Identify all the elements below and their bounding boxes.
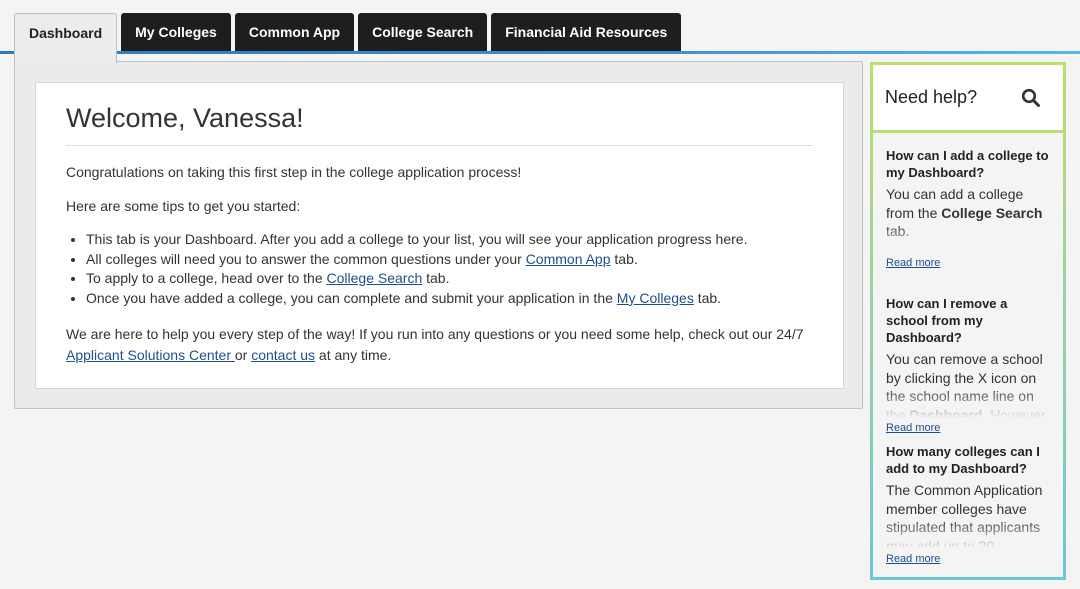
- tab-bar: Dashboard My Colleges Common App College…: [14, 13, 682, 63]
- closing-post: at any time.: [315, 347, 392, 363]
- faq-item: How many colleges can I add to my Dashbo…: [886, 429, 1051, 577]
- tip-text: This tab is your Dashboard. After you ad…: [86, 231, 748, 247]
- faq-question: How many colleges can I add to my Dashbo…: [886, 444, 1040, 476]
- faq-answer: You can remove a school by clicking the …: [886, 350, 1051, 418]
- contact-us-link[interactable]: contact us: [251, 347, 315, 363]
- tip-text: tab.: [610, 250, 638, 267]
- list-item: Once you have added a college, you can c…: [86, 289, 813, 309]
- read-more-link[interactable]: Read more: [886, 553, 1051, 565]
- faq-answer-bold: College Search: [941, 204, 1043, 221]
- help-sidebar: Need help? How can I add a college to my…: [870, 62, 1066, 580]
- welcome-card: Welcome, Vanessa! Congratulations on tak…: [35, 82, 844, 389]
- dashboard-panel: Welcome, Vanessa! Congratulations on tak…: [14, 61, 863, 409]
- tab-my-colleges[interactable]: My Colleges: [121, 13, 231, 51]
- intro-text: Congratulations on taking this first ste…: [66, 164, 522, 180]
- tab-financial-aid-resources[interactable]: Financial Aid Resources: [491, 13, 682, 51]
- tab-college-search[interactable]: College Search: [358, 13, 488, 51]
- tab-common-app[interactable]: Common App: [234, 13, 355, 51]
- read-more-link[interactable]: Read more: [886, 257, 1051, 269]
- applicant-solutions-center-link[interactable]: Applicant Solutions Center: [66, 347, 235, 363]
- tips-list: This tab is your Dashboard. After you ad…: [66, 230, 813, 308]
- college-search-link[interactable]: College Search: [327, 270, 423, 286]
- page-title: Welcome, Vanessa!: [66, 103, 813, 146]
- faq-answer: The Common Application member colleges h…: [886, 481, 1051, 549]
- faq-question: How can I add a college to my Dashboard?: [886, 148, 1049, 180]
- tip-text: All colleges will need you to answer the…: [86, 250, 526, 267]
- my-colleges-link[interactable]: My Colleges: [617, 290, 694, 306]
- faq-item: How can I remove a school from my Dashbo…: [886, 281, 1051, 434]
- closing-mid: or: [234, 347, 252, 363]
- faq-answer: You can add a college from the College S…: [886, 185, 1051, 253]
- faq-item: How can I add a college to my Dashboard?…: [886, 133, 1051, 281]
- list-item: All colleges will need you to answer the…: [86, 250, 813, 270]
- closing-text: We are here to help you every step of th…: [66, 324, 813, 366]
- tip-text: To apply to a college, head over to the: [86, 270, 327, 286]
- tip-text: tab.: [693, 289, 722, 306]
- closing-pre: We are here to help you every step of th…: [66, 326, 804, 342]
- search-icon[interactable]: [1021, 88, 1041, 108]
- list-item: This tab is your Dashboard. After you ad…: [86, 230, 813, 250]
- list-item: To apply to a college, head over to the …: [86, 269, 813, 289]
- tips-heading: Here are some tips to get you started:: [66, 198, 301, 214]
- tab-dashboard[interactable]: Dashboard: [14, 13, 118, 63]
- tab-underline: [0, 51, 1080, 54]
- faq-list: How can I add a college to my Dashboard?…: [873, 133, 1063, 577]
- help-header: Need help?: [873, 65, 1063, 133]
- faq-answer-bold: Dashboard: [909, 406, 983, 419]
- faq-answer-text: tab. Then follow these steps:: [886, 223, 910, 239]
- faq-answer-text: The Common Application member colleges h…: [886, 482, 1043, 549]
- faq-question: How can I remove a school from my Dashbo…: [886, 296, 1008, 345]
- tip-text: tab.: [422, 270, 450, 286]
- tip-text: Once you have added a college, you can c…: [86, 289, 617, 306]
- help-title: Need help?: [885, 87, 978, 107]
- common-app-link[interactable]: Common App: [526, 251, 611, 267]
